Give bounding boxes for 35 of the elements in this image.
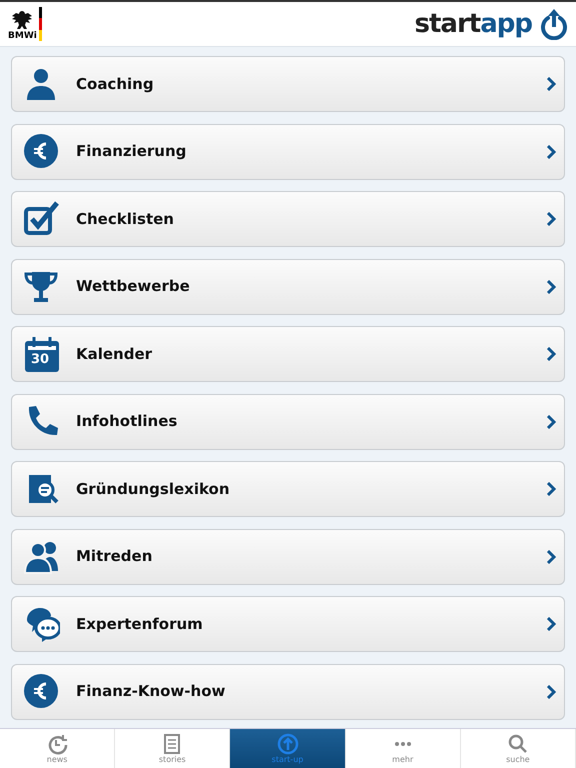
menu-item[interactable]: Expertenforum: [11, 596, 565, 652]
menu-item[interactable]: Infohotlines: [11, 394, 565, 450]
eagle-icon: [11, 10, 34, 32]
chevron-right-icon: [547, 280, 556, 294]
menu-item[interactable]: Finanzierung: [11, 124, 565, 180]
more-dots-icon: [394, 741, 412, 747]
chevron-right-icon: [547, 414, 556, 428]
power-icon: [540, 8, 568, 40]
app-logo-text: startapp: [414, 11, 532, 37]
history-clock-icon: [46, 733, 68, 755]
chevron-right-icon: [547, 684, 556, 698]
euro-coin-icon: [24, 674, 60, 710]
menu-item[interactable]: Mitreden: [11, 528, 565, 584]
chat-bubbles-icon: [24, 606, 60, 642]
up-arrow-circle-icon: [276, 733, 298, 755]
menu-item[interactable]: Wettbewerbe: [11, 258, 565, 314]
calendar-day-text: 30: [31, 353, 50, 366]
flag-stripe-icon: [38, 7, 42, 41]
calendar-icon: [24, 336, 60, 372]
checkbox-icon: [24, 201, 60, 237]
chevron-right-icon: [547, 550, 556, 564]
chevron-right-icon: [547, 212, 556, 226]
chevron-right-icon: [547, 482, 556, 496]
chevron-right-icon: [547, 347, 556, 361]
menu-item[interactable]: 30 Kalender: [11, 326, 565, 382]
ministry-logo-text: BMWi: [8, 32, 37, 41]
chevron-right-icon: [547, 617, 556, 631]
menu-item[interactable]: Finanz-Know-how: [11, 664, 565, 720]
menu-item[interactable]: Gründungslexikon: [11, 461, 565, 517]
menu-item[interactable]: Coaching: [11, 56, 565, 112]
euro-coin-icon: [24, 134, 60, 170]
chevron-right-icon: [547, 77, 556, 91]
search-icon: [506, 733, 529, 755]
menu-item[interactable]: Checklisten: [11, 191, 565, 247]
chevron-right-icon: [547, 144, 556, 158]
